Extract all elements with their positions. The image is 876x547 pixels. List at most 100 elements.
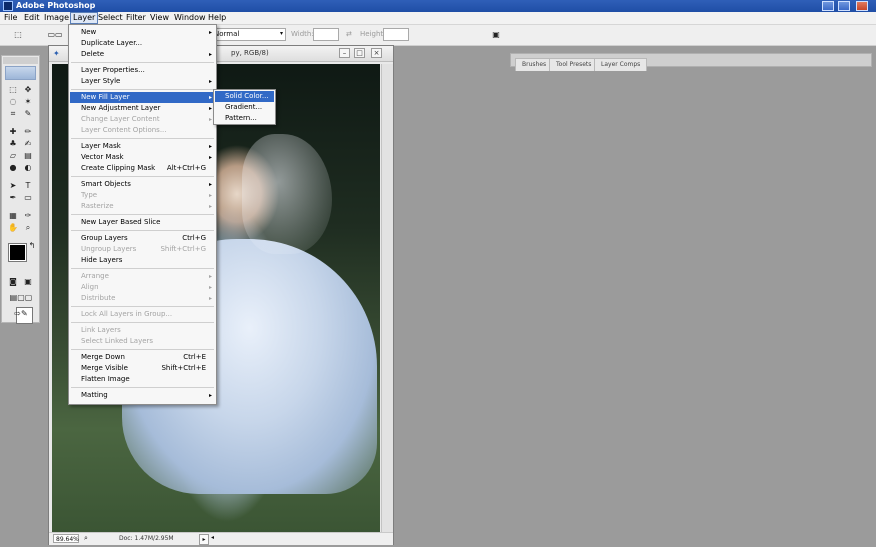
blur-tool-icon[interactable]: ● (7, 162, 19, 173)
shape-tool-icon[interactable]: ▭ (22, 192, 34, 203)
gradient-tool-icon[interactable]: ▤ (22, 150, 34, 161)
dodge-tool-icon[interactable]: ◐ (22, 162, 34, 173)
toolbox-grip[interactable] (3, 57, 38, 64)
status-menu-arrow-icon[interactable]: ▸ (199, 534, 209, 545)
close-button[interactable] (856, 1, 868, 11)
brush-tool-icon[interactable]: ✏ (22, 126, 34, 137)
history-brush-icon[interactable]: ✍ (22, 138, 34, 149)
doc-minimize-button[interactable]: – (339, 48, 350, 58)
eraser-icon[interactable]: ▱ (7, 150, 19, 161)
style-mode-select[interactable]: Normal ▾ (210, 28, 286, 41)
menu-item-label: Hide Layers (81, 256, 123, 264)
jump-to-imageready-icon[interactable]: ⇨✎ (7, 308, 35, 319)
doc-maximize-button[interactable]: □ (354, 48, 365, 58)
menu-separator (71, 306, 214, 307)
move-tool-icon[interactable]: ✥ (22, 84, 34, 95)
palette-icon[interactable]: ▣ (490, 29, 502, 40)
layer-menu-item[interactable]: Hide Layers (70, 255, 215, 266)
submenu-arrow-icon: ▸ (208, 203, 212, 210)
fill-submenu-item[interactable]: Pattern... (215, 113, 274, 124)
width-input[interactable] (313, 28, 339, 41)
layer-menu-item[interactable]: Merge Visible Shift+Ctrl+E (70, 363, 215, 374)
layer-menu-item[interactable]: New Fill Layer ▸ (70, 92, 215, 103)
vertical-scrollbar[interactable] (381, 64, 393, 532)
marquee-tool-preset-icon[interactable]: ⬚ (12, 29, 24, 40)
menu-item-label: Layer Properties... (81, 66, 145, 74)
standard-mode-icon[interactable]: ▣ (22, 276, 34, 287)
fill-submenu-item[interactable]: Solid Color... (215, 91, 274, 102)
eyedropper-icon[interactable]: ✑ (22, 210, 34, 221)
menu-view[interactable]: View (148, 12, 171, 24)
healing-brush-icon[interactable]: ✚ (7, 126, 19, 137)
tab-tool-presets[interactable]: Tool Presets (549, 58, 599, 71)
menu-file[interactable]: File (2, 12, 19, 24)
menu-item-label: Align (81, 283, 99, 291)
layer-menu-item[interactable]: Merge Down Ctrl+E (70, 352, 215, 363)
screen-mode-icons[interactable]: ▤▢▢ (7, 292, 35, 303)
magic-wand-icon[interactable]: ✶ (22, 96, 34, 107)
layer-menu-item[interactable]: Smart Objects ▸ (70, 179, 215, 190)
layer-menu-item[interactable]: Layer Properties... (70, 65, 215, 76)
height-input[interactable] (383, 28, 409, 41)
photoshop-feather-icon[interactable] (5, 66, 36, 80)
foreground-color-swatch[interactable] (8, 243, 27, 262)
layer-menu-item[interactable]: Align ▸ (70, 282, 215, 293)
lasso-tool-icon[interactable]: ◌ (7, 96, 19, 107)
rectangular-marquee-icon[interactable]: ⬚ (7, 84, 19, 95)
layer-menu-item[interactable]: Lock All Layers in Group... (70, 309, 215, 320)
layer-menu-item[interactable]: Duplicate Layer... (70, 38, 215, 49)
swap-colors-icon[interactable]: ↰ (26, 240, 38, 251)
layer-menu-item[interactable]: Link Layers (70, 325, 215, 336)
slice-tool-icon[interactable]: ✎ (22, 108, 34, 119)
zoom-tool-icon[interactable]: ⌕ (22, 222, 34, 233)
layer-menu-item[interactable]: New ▸ (70, 27, 215, 38)
layer-menu-item[interactable]: Vector Mask ▸ (70, 152, 215, 163)
selection-mode-icons[interactable]: ▭▭ (41, 29, 69, 40)
notes-tool-icon[interactable]: ▦ (7, 210, 19, 221)
layer-menu-item[interactable]: Layer Style ▸ (70, 76, 215, 87)
layer-menu-item[interactable]: Delete ▸ (70, 49, 215, 60)
menu-item-label: Create Clipping Mask (81, 164, 156, 172)
horizontal-scroll-left-icon[interactable]: ◂ (211, 534, 214, 541)
layer-menu-item[interactable]: Layer Mask ▸ (70, 141, 215, 152)
layer-menu-item[interactable]: Type ▸ (70, 190, 215, 201)
maximize-button[interactable] (838, 1, 850, 11)
minimize-button[interactable] (822, 1, 834, 11)
hand-tool-icon[interactable]: ✋ (7, 222, 19, 233)
layer-menu-item[interactable]: Arrange ▸ (70, 271, 215, 282)
layer-menu-item[interactable]: Matting ▸ (70, 390, 215, 401)
zoom-field[interactable]: 89.64% (53, 534, 79, 543)
type-tool-icon[interactable]: T (22, 180, 34, 191)
tab-layer-comps[interactable]: Layer Comps (594, 58, 648, 71)
doc-close-button[interactable]: × (371, 48, 382, 58)
quick-mask-icon[interactable]: ◙ (7, 276, 19, 287)
layer-menu-item[interactable]: Select Linked Layers (70, 336, 215, 347)
menu-image[interactable]: Image (42, 12, 71, 24)
swap-icon[interactable]: ⇄ (346, 30, 352, 38)
path-selection-icon[interactable]: ➤ (7, 180, 19, 191)
menu-item-label: Link Layers (81, 326, 121, 334)
crop-tool-icon[interactable]: ⌗ (7, 108, 19, 119)
layer-menu-item[interactable]: Ungroup Layers Shift+Ctrl+G (70, 244, 215, 255)
layer-menu-item[interactable]: Layer Content Options... (70, 125, 215, 136)
menu-select[interactable]: Select (96, 12, 125, 24)
menu-layer[interactable]: Layer (70, 12, 99, 24)
layer-menu-item[interactable]: New Adjustment Layer ▸ (70, 103, 215, 114)
menu-help[interactable]: Help (206, 12, 228, 24)
zoom-nav-icon[interactable]: ⌕ (84, 534, 88, 543)
layer-menu-item[interactable]: Create Clipping Mask Alt+Ctrl+G (70, 163, 215, 174)
menu-edit[interactable]: Edit (22, 12, 42, 24)
menu-filter[interactable]: Filter (124, 12, 148, 24)
layer-menu-item[interactable]: Group Layers Ctrl+G (70, 233, 215, 244)
pen-tool-icon[interactable]: ✒ (7, 192, 19, 203)
submenu-arrow-icon: ▸ (208, 273, 212, 280)
layer-menu-item[interactable]: New Layer Based Slice (70, 217, 215, 228)
fill-submenu-item[interactable]: Gradient... (215, 102, 274, 113)
clone-stamp-icon[interactable]: ♣ (7, 138, 19, 149)
layer-menu-item[interactable]: Rasterize ▸ (70, 201, 215, 212)
tab-brushes[interactable]: Brushes (515, 58, 554, 71)
menu-window[interactable]: Window (172, 12, 208, 24)
layer-menu-item[interactable]: Flatten Image (70, 374, 215, 385)
layer-menu-item[interactable]: Distribute ▸ (70, 293, 215, 304)
layer-menu-item[interactable]: Change Layer Content ▸ (70, 114, 215, 125)
